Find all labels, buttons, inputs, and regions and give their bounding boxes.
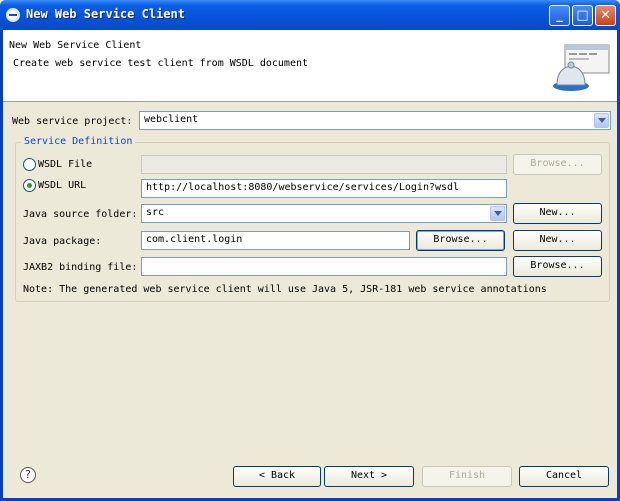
java-package-field[interactable]: com.client.login bbox=[141, 231, 410, 250]
project-value: webclient bbox=[144, 114, 199, 125]
service-definition-title: Service Definition bbox=[21, 136, 136, 147]
wizard-window: New Web Service Client _ □ ✕ New Web Ser… bbox=[0, 0, 620, 501]
minimize-button[interactable]: _ bbox=[549, 5, 570, 26]
project-combo[interactable]: webclient bbox=[139, 111, 611, 130]
maximize-button[interactable]: □ bbox=[572, 5, 593, 26]
wsdl-url-label: WSDL URL bbox=[38, 180, 87, 191]
project-label: Web service project: bbox=[12, 116, 133, 127]
close-button[interactable]: ✕ bbox=[595, 5, 616, 26]
finish-button: Finish bbox=[422, 466, 512, 487]
java-package-label: Java package: bbox=[23, 236, 102, 247]
java-package-browse-button[interactable]: Browse... bbox=[416, 230, 505, 251]
chevron-down-icon[interactable] bbox=[594, 113, 609, 128]
wsdl-file-label: WSDL File bbox=[38, 159, 93, 170]
page-title: New Web Service Client bbox=[9, 40, 142, 51]
eclipse-icon bbox=[6, 8, 20, 22]
title-bar[interactable]: New Web Service Client _ □ ✕ bbox=[0, 0, 620, 30]
chevron-down-icon[interactable] bbox=[490, 206, 505, 221]
wizard-header: New Web Service Client Create web servic… bbox=[3, 30, 617, 102]
java-package-new-button[interactable]: New... bbox=[513, 230, 602, 251]
jaxb2-browse-button[interactable]: Browse... bbox=[513, 256, 602, 277]
source-folder-new-button[interactable]: New... bbox=[513, 203, 602, 224]
source-folder-value: src bbox=[146, 207, 165, 218]
page-description: Create web service test client from WSDL… bbox=[13, 58, 309, 69]
cancel-button[interactable]: Cancel bbox=[519, 466, 609, 487]
help-icon[interactable]: ? bbox=[20, 467, 36, 483]
source-folder-combo[interactable]: src bbox=[141, 204, 507, 223]
wsdl-file-radio[interactable] bbox=[23, 158, 36, 171]
window-title: New Web Service Client bbox=[26, 7, 185, 21]
annotations-note: Note: The generated web service client w… bbox=[23, 284, 547, 295]
wizard-banner-icon bbox=[553, 44, 610, 91]
wsdl-file-field bbox=[141, 155, 507, 174]
back-button[interactable]: < Back bbox=[233, 466, 321, 487]
java-package-value: com.client.login bbox=[146, 234, 243, 245]
next-button[interactable]: Next > bbox=[324, 466, 414, 487]
wsdl-file-browse-button: Browse... bbox=[513, 154, 602, 175]
wsdl-url-field[interactable]: http://localhost:8080/webservice/service… bbox=[141, 179, 507, 198]
jaxb2-field[interactable] bbox=[141, 257, 507, 276]
wsdl-url-value: http://localhost:8080/webservice/service… bbox=[146, 182, 460, 193]
jaxb2-label: JAXB2 binding file: bbox=[23, 262, 138, 273]
source-folder-label: Java source folder: bbox=[23, 209, 138, 220]
wsdl-url-radio[interactable] bbox=[23, 179, 36, 192]
